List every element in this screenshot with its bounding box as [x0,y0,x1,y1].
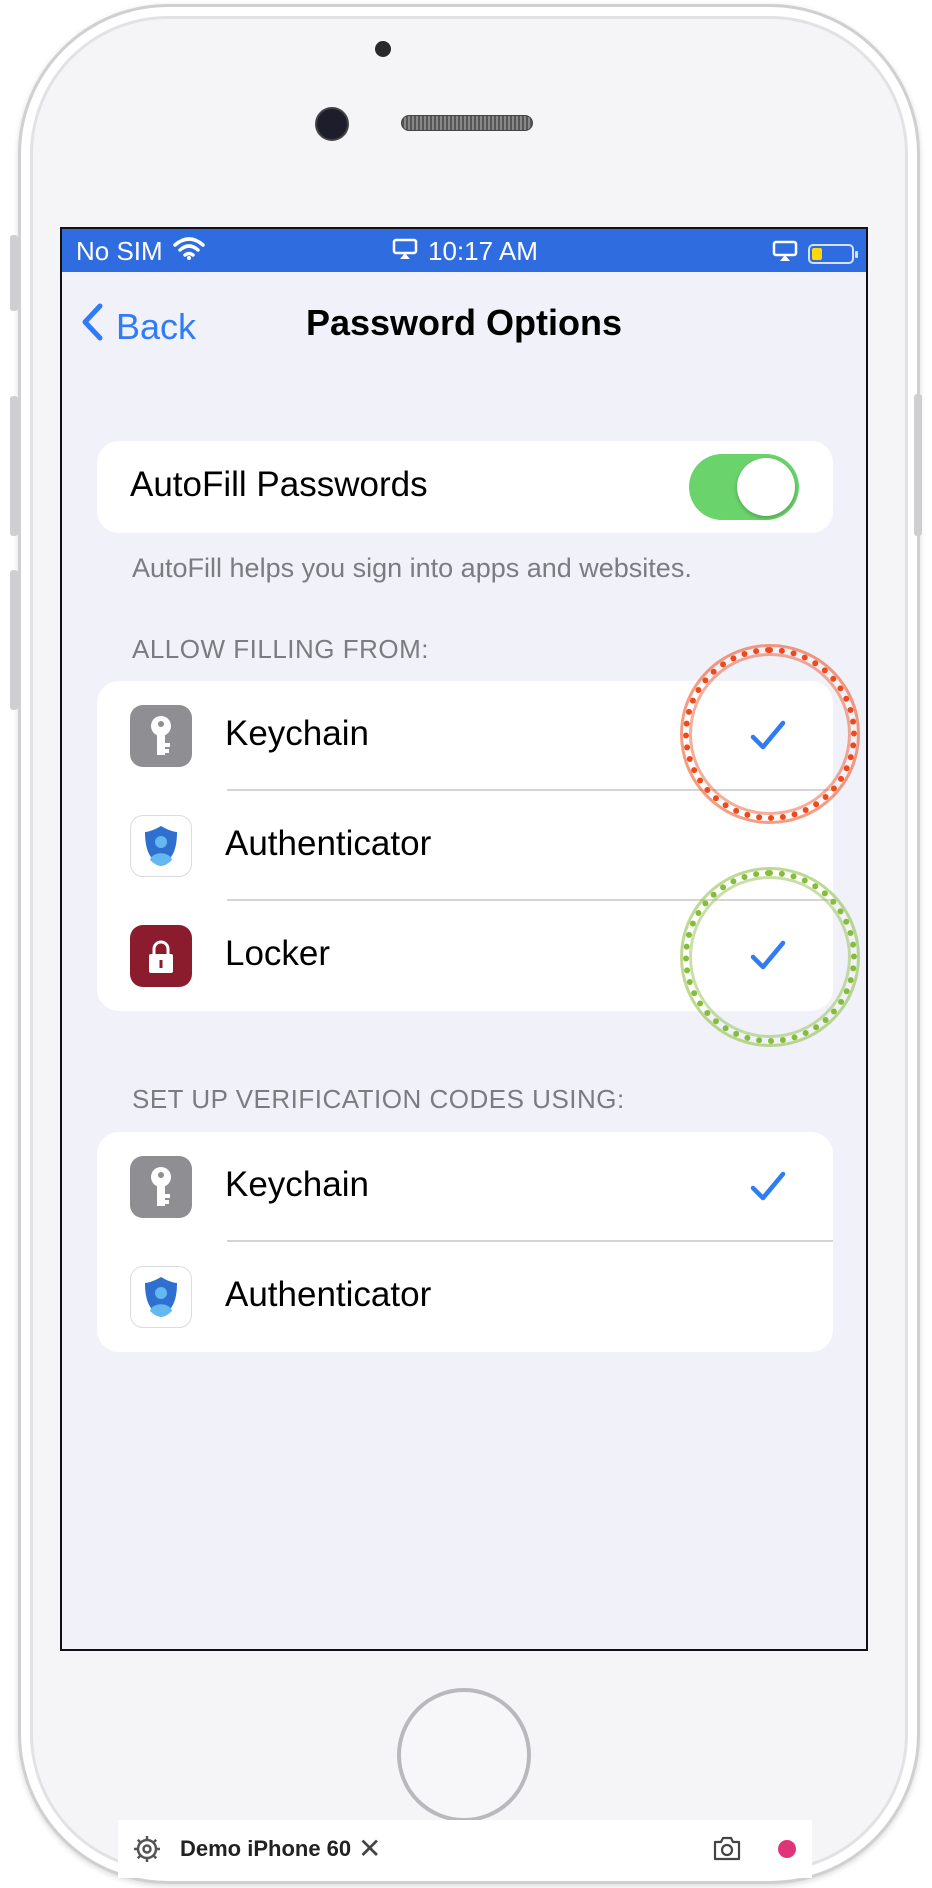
camera-icon[interactable] [712,1834,742,1868]
status-time: 10:17 AM [428,236,538,266]
keychain-icon [130,1156,192,1218]
list-item-label: Authenticator [225,824,432,863]
toggle-knob [737,458,795,516]
verification-header: SET UP VERIFICATION CODES USING: [132,1084,625,1114]
record-indicator[interactable] [778,1840,796,1858]
autofill-group: AutoFill Passwords [97,441,833,533]
carrier-label: No SIM [76,236,163,266]
green-annotation-circle [683,870,857,1044]
earpiece-speaker [401,115,533,131]
screen-mirroring-icon [772,238,798,269]
side-button [914,394,922,536]
front-camera [315,107,349,141]
list-item-keychain[interactable]: Keychain [97,1132,833,1242]
device-name: Demo iPhone 60 [180,1836,352,1861]
list-item-label: Locker [225,934,331,973]
red-annotation-circle [683,647,857,821]
page-title: Password Options [305,302,623,343]
keychain-icon [130,705,192,767]
simulator-toolbar: Demo iPhone 60 ✕ [118,1820,812,1878]
list-item-label: Authenticator [225,1275,432,1314]
battery-icon [808,243,858,264]
authenticator-icon [130,815,192,877]
list-item-authenticator[interactable]: Authenticator [97,1242,833,1352]
checkmark-icon [747,1166,789,1208]
autofill-footnote: AutoFill helps you sign into apps and we… [132,553,692,583]
wifi-icon [172,236,205,267]
mute-switch [10,235,18,311]
authenticator-icon [130,1266,192,1328]
autofill-row: AutoFill Passwords [97,441,833,533]
verification-group: Keychain Authenticator [97,1132,833,1352]
gear-icon[interactable] [132,1834,162,1870]
home-button[interactable] [397,1688,531,1822]
allow-filling-header: ALLOW FILLING FROM: [132,634,429,664]
front-sensor [375,41,391,57]
airplay-icon [392,236,418,267]
volume-down-button [10,570,18,710]
close-icon[interactable]: ✕ [358,1832,381,1865]
status-bar: No SIM 10:17 AM [62,229,866,272]
list-item-label: Keychain [225,714,369,753]
list-item-label: Keychain [225,1165,369,1204]
volume-up-button [10,396,18,536]
autofill-label: AutoFill Passwords [130,465,428,504]
autofill-toggle[interactable] [689,454,799,520]
locker-icon [130,925,192,987]
navigation-bar: Back Password Options [62,272,866,368]
